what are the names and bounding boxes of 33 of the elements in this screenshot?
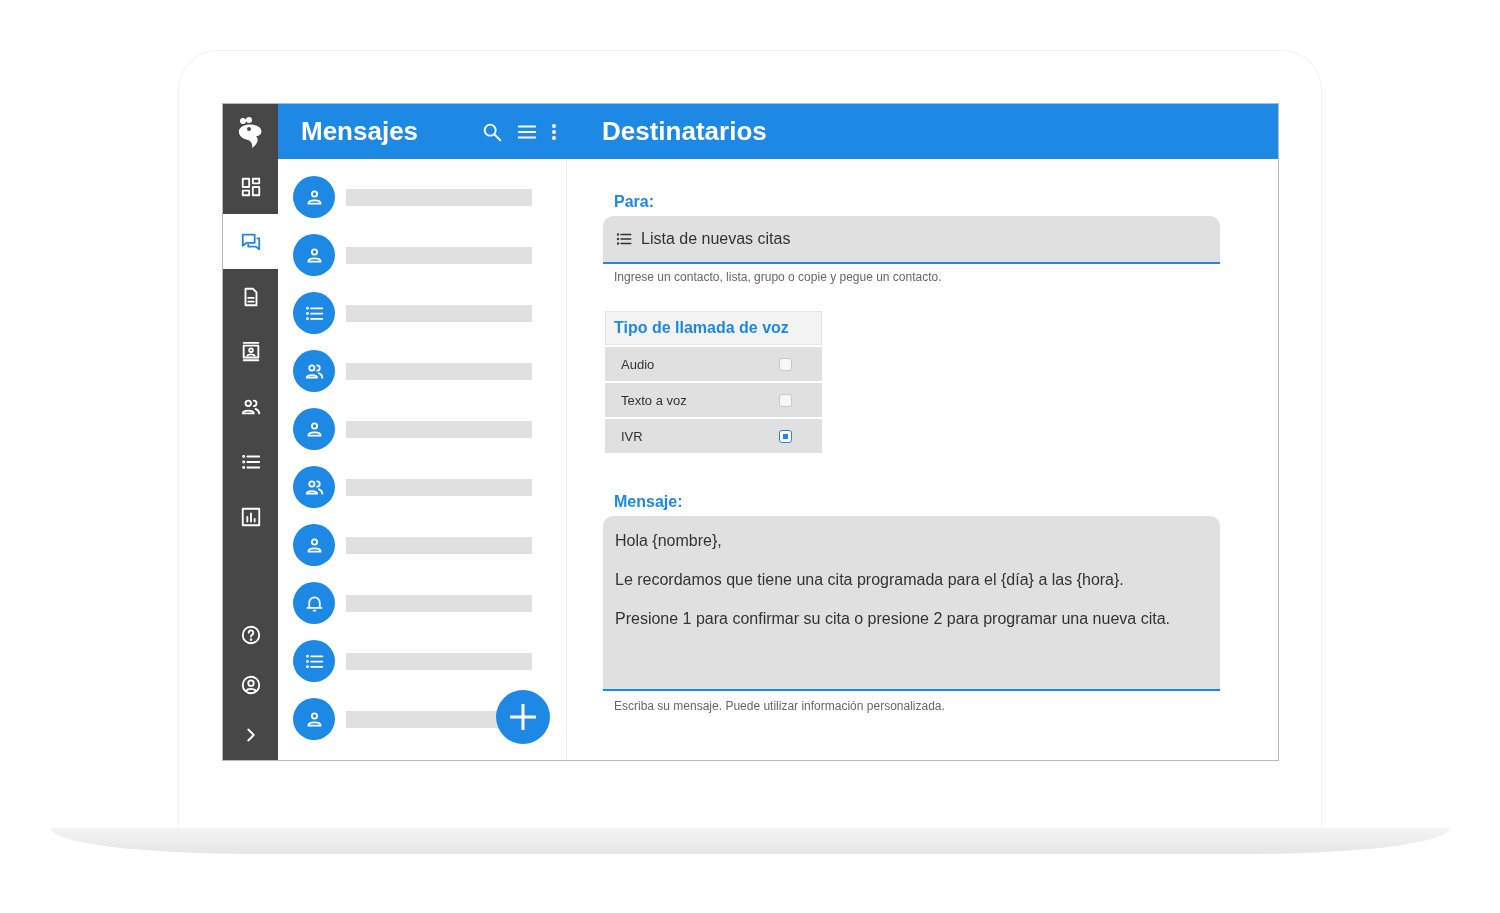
option-label: Texto a voz <box>621 392 687 408</box>
field-label: Para: <box>614 193 655 211</box>
avatar[interactable] <box>293 640 335 682</box>
recipient-field[interactable]: Lista de nuevas citas <box>603 216 1220 264</box>
add-button[interactable] <box>496 690 550 744</box>
dashboard-icon <box>239 175 262 198</box>
checkbox[interactable] <box>779 393 792 407</box>
avatar[interactable] <box>293 234 335 276</box>
helper-text: Ingrese un contacto, lista, grupo o copie y pegue un contacto. <box>614 270 942 284</box>
field-label: Mensaje: <box>614 493 683 511</box>
bar-chart-icon <box>239 505 262 528</box>
checkbox[interactable] <box>779 357 792 371</box>
help-icon <box>239 624 262 646</box>
message-field[interactable]: Hola {nombre}, Le recordamos que tiene una cita programada para el {día} a las {hora}. Presione 1 para confirmar su cita o presione 2 para programar una nueva cita. <box>603 516 1220 691</box>
list-icon <box>615 230 633 248</box>
avatar[interactable] <box>293 582 335 624</box>
avatar[interactable] <box>293 408 335 450</box>
option-label: IVR <box>621 428 643 444</box>
avatar[interactable] <box>293 292 335 334</box>
helper-text: Escriba su mensaje. Puede utilizar información personalizada. <box>614 699 945 713</box>
avatar[interactable] <box>293 524 335 566</box>
panel-title: Mensajes <box>301 116 419 147</box>
avatar[interactable] <box>293 350 335 392</box>
avatar[interactable] <box>293 466 335 508</box>
plus-icon <box>508 702 538 732</box>
card-title: Tipo de llamada de voz <box>614 319 789 337</box>
avatar[interactable] <box>293 698 335 740</box>
account-icon <box>239 674 262 696</box>
panel-title: Destinatarios <box>602 116 767 146</box>
more-icon[interactable] <box>551 122 557 141</box>
checkbox[interactable] <box>779 429 792 443</box>
option-label: Audio <box>621 356 655 372</box>
avatar[interactable] <box>293 176 335 218</box>
